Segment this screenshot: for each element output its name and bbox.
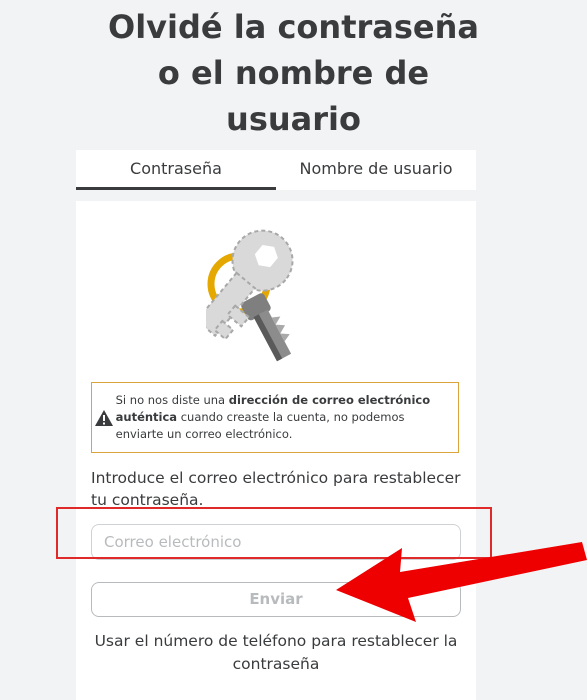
- page-title-line-2: o el nombre de: [157, 54, 430, 92]
- annotation-arrow: [336, 542, 587, 622]
- page-title-line-1: Olvidé la contraseña: [108, 8, 479, 46]
- page-title-line-3: usuario: [226, 100, 361, 138]
- warning-notice: Si no nos diste una dirección de correo …: [91, 382, 459, 453]
- warning-triangle-icon: [94, 409, 113, 426]
- tab-username[interactable]: Nombre de usuario: [276, 150, 476, 190]
- warning-text-before: Si no nos diste una: [115, 393, 229, 407]
- recovery-tabs: Contraseña Nombre de usuario: [76, 150, 476, 190]
- page-title: Olvidé la contraseña o el nombre de usua…: [0, 4, 587, 142]
- tab-password[interactable]: Contraseña: [76, 150, 276, 190]
- email-instructions: Introduce el correo electrónico para res…: [91, 469, 461, 509]
- key-icon: [206, 229, 294, 362]
- warning-text: Si no nos diste una dirección de correo …: [116, 392, 458, 443]
